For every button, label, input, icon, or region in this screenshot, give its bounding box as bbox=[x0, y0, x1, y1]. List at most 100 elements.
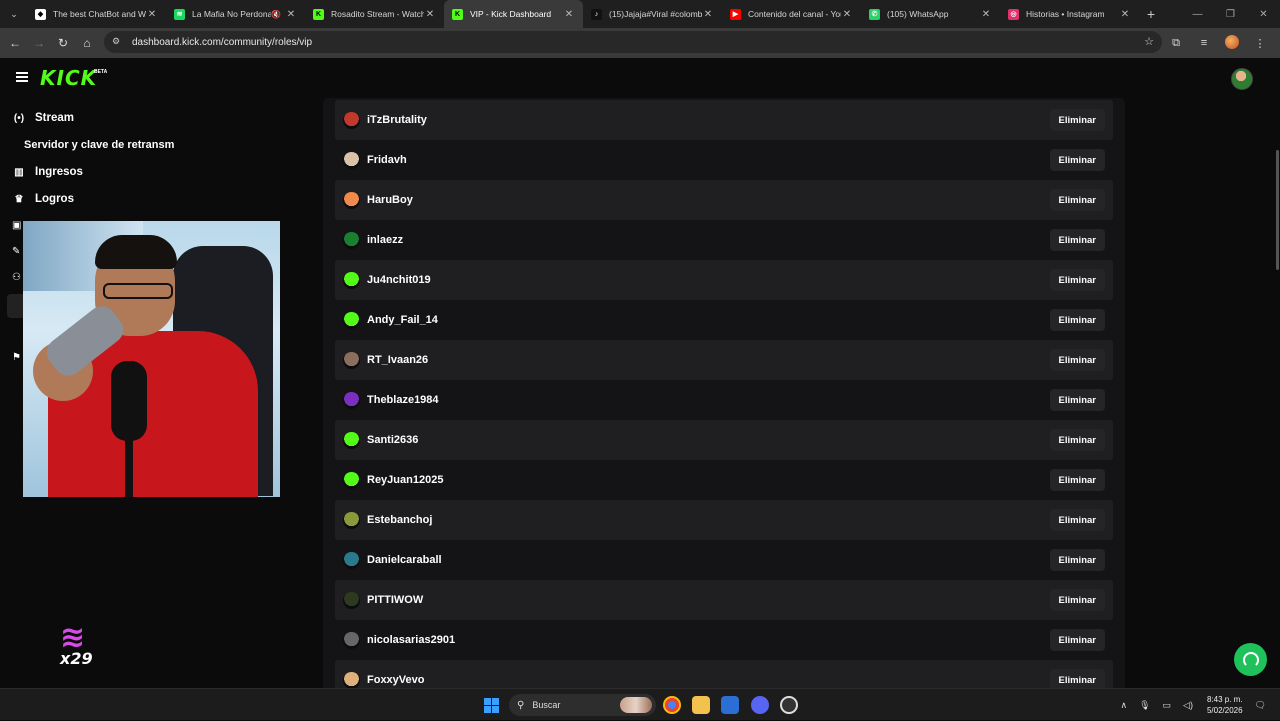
browser-tab[interactable]: K Rosadito Stream - Watch ✕ bbox=[305, 0, 444, 28]
network-icon[interactable]: ▭ bbox=[1163, 700, 1172, 711]
vip-username[interactable]: Theblaze1984 bbox=[367, 394, 439, 406]
restore-icon[interactable]: ❐ bbox=[1214, 9, 1247, 20]
chrome-icon[interactable] bbox=[663, 696, 681, 714]
discord-icon[interactable] bbox=[751, 696, 769, 714]
store-icon[interactable] bbox=[721, 696, 739, 714]
remove-vip-button[interactable]: Eliminar bbox=[1049, 309, 1105, 331]
browser-tab[interactable]: ≋ La Mafia No Perdona 🔇 ✕ bbox=[166, 0, 305, 28]
tab-search-dropdown-icon[interactable]: ⌄ bbox=[5, 5, 23, 23]
wrench-icon[interactable]: ✎ bbox=[12, 246, 20, 257]
remove-vip-button[interactable]: Eliminar bbox=[1049, 589, 1105, 611]
bar-chart-icon: ▥ bbox=[14, 166, 24, 178]
clock[interactable]: 8:43 p. m. 5/02/2026 bbox=[1207, 694, 1243, 716]
reading-list-icon[interactable]: ≡ bbox=[1190, 37, 1218, 49]
sidebar-item-ingresos[interactable]: ▥ Ingresos bbox=[12, 166, 83, 178]
vip-username[interactable]: iTzBrutality bbox=[367, 114, 427, 126]
sidebar-subitem-stream-key[interactable]: Servidor y clave de retransmisión bbox=[24, 139, 174, 151]
remove-vip-button[interactable]: Eliminar bbox=[1049, 429, 1105, 451]
vip-username[interactable]: Andy_Fail_14 bbox=[367, 314, 438, 326]
tab-close-icon[interactable]: ✕ bbox=[563, 9, 575, 20]
sidebar-item-stream[interactable]: (•) Stream bbox=[12, 112, 74, 124]
kick-logo[interactable]: KICK bbox=[40, 66, 97, 90]
chevron-up-icon[interactable]: ∧ bbox=[1121, 700, 1128, 711]
tab-title: (105) WhatsApp bbox=[887, 9, 949, 19]
remove-vip-button[interactable]: Eliminar bbox=[1049, 189, 1105, 211]
forward-icon[interactable]: → bbox=[27, 36, 51, 50]
file-explorer-icon[interactable] bbox=[692, 696, 710, 714]
vip-row: Theblaze1984 Eliminar bbox=[335, 380, 1113, 420]
remove-vip-button[interactable]: Eliminar bbox=[1049, 269, 1105, 291]
bookmark-star-icon[interactable]: ☆ bbox=[1144, 35, 1154, 48]
remove-vip-button[interactable]: Eliminar bbox=[1049, 509, 1105, 531]
home-icon[interactable]: ⌂ bbox=[75, 36, 99, 50]
vip-row: HaruBoy Eliminar bbox=[335, 180, 1113, 220]
clock-time: 8:43 p. m. bbox=[1206, 695, 1243, 704]
tab-close-icon[interactable]: ✕ bbox=[1119, 9, 1131, 20]
vip-username[interactable]: Danielcaraball bbox=[367, 554, 442, 566]
tab-close-icon[interactable]: ✕ bbox=[980, 9, 992, 20]
vip-username[interactable]: Fridavh bbox=[367, 154, 407, 166]
vip-username[interactable]: RT_Ivaan26 bbox=[367, 354, 428, 366]
vip-username[interactable]: Estebanchoj bbox=[367, 514, 432, 526]
remove-vip-button[interactable]: Eliminar bbox=[1049, 629, 1105, 651]
browser-tab[interactable]: ▶ Contenido del canal - You ✕ bbox=[722, 0, 861, 28]
vip-username[interactable]: ReyJuan12025 bbox=[367, 474, 443, 486]
hamburger-menu-icon[interactable] bbox=[16, 72, 28, 82]
remove-vip-button[interactable]: Eliminar bbox=[1049, 469, 1105, 491]
minimize-icon[interactable]: — bbox=[1181, 9, 1214, 20]
vip-avatar bbox=[343, 471, 360, 489]
tab-close-icon[interactable]: ✕ bbox=[702, 9, 714, 20]
users-icon[interactable]: ⚇ bbox=[12, 272, 21, 283]
remove-vip-button[interactable]: Eliminar bbox=[1049, 349, 1105, 371]
tab-mute-icon[interactable]: 🔇 bbox=[271, 10, 281, 19]
sidebar-item-logros[interactable]: ♛ Logros bbox=[12, 193, 74, 205]
user-avatar[interactable] bbox=[1231, 68, 1253, 90]
close-window-icon[interactable]: ✕ bbox=[1247, 9, 1280, 20]
site-info-icon[interactable]: ⚙ bbox=[112, 36, 124, 48]
remove-vip-button[interactable]: Eliminar bbox=[1049, 389, 1105, 411]
menu-kebab-icon[interactable]: ⋮ bbox=[1246, 37, 1274, 50]
community-icon[interactable]: ⚑ bbox=[12, 352, 21, 363]
video-icon[interactable]: ▣ bbox=[12, 220, 21, 231]
notifications-icon[interactable]: 🗨 bbox=[1255, 700, 1266, 711]
remove-vip-button[interactable]: Eliminar bbox=[1049, 549, 1105, 571]
reload-icon[interactable]: ↻ bbox=[51, 36, 75, 50]
vip-avatar bbox=[343, 551, 360, 569]
windows-start-icon[interactable] bbox=[484, 698, 499, 713]
microphone-icon[interactable]: 🎙 bbox=[1139, 700, 1150, 711]
tab-close-icon[interactable]: ✕ bbox=[285, 9, 297, 20]
tab-close-icon[interactable]: ✕ bbox=[146, 9, 158, 20]
remove-vip-button[interactable]: Eliminar bbox=[1049, 669, 1105, 688]
tab-close-icon[interactable]: ✕ bbox=[841, 9, 853, 20]
vip-row: RT_Ivaan26 Eliminar bbox=[335, 340, 1113, 380]
browser-tab[interactable]: K VIP - Kick Dashboard ✕ bbox=[444, 0, 583, 28]
address-bar[interactable]: ⚙ dashboard.kick.com/community/roles/vip… bbox=[104, 31, 1162, 53]
browser-tab[interactable]: ◆ The best ChatBot and Wi ✕ bbox=[27, 0, 166, 28]
remove-vip-button[interactable]: Eliminar bbox=[1049, 229, 1105, 251]
vip-username[interactable]: inlaezz bbox=[367, 234, 403, 246]
vip-username[interactable]: nicolasarias2901 bbox=[367, 634, 455, 646]
tab-favicon-icon: K bbox=[452, 8, 463, 20]
browser-tab[interactable]: ✆ (105) WhatsApp ✕ bbox=[861, 0, 1000, 28]
browser-tab[interactable]: ♪ (15)Jajaja#Viral #colombi ✕ bbox=[583, 0, 722, 28]
tab-close-icon[interactable]: ✕ bbox=[424, 9, 436, 20]
back-icon[interactable]: ← bbox=[3, 36, 27, 50]
vip-username[interactable]: Ju4nchit019 bbox=[367, 274, 431, 286]
page-scrollbar[interactable] bbox=[1276, 150, 1279, 270]
support-chat-button[interactable] bbox=[1234, 643, 1267, 676]
taskbar-search[interactable]: ⚲ Buscar bbox=[509, 694, 656, 716]
vip-row: PITTIWOW Eliminar bbox=[335, 580, 1113, 620]
vip-row: inlaezz Eliminar bbox=[335, 220, 1113, 260]
vip-username[interactable]: Santi2636 bbox=[367, 434, 418, 446]
extensions-icon[interactable]: ⧉ bbox=[1162, 37, 1190, 50]
browser-tab[interactable]: ◎ Historias • Instagram ✕ bbox=[1000, 0, 1139, 28]
remove-vip-button[interactable]: Eliminar bbox=[1049, 149, 1105, 171]
obs-icon[interactable] bbox=[780, 696, 798, 714]
volume-icon[interactable]: ◁) bbox=[1183, 700, 1193, 711]
remove-vip-button[interactable]: Eliminar bbox=[1049, 109, 1105, 131]
profile-avatar[interactable] bbox=[1218, 34, 1246, 52]
vip-username[interactable]: FoxxyVevo bbox=[367, 674, 424, 686]
vip-username[interactable]: PITTIWOW bbox=[367, 594, 423, 606]
vip-username[interactable]: HaruBoy bbox=[367, 194, 413, 206]
new-tab-button[interactable]: + bbox=[1139, 6, 1163, 22]
